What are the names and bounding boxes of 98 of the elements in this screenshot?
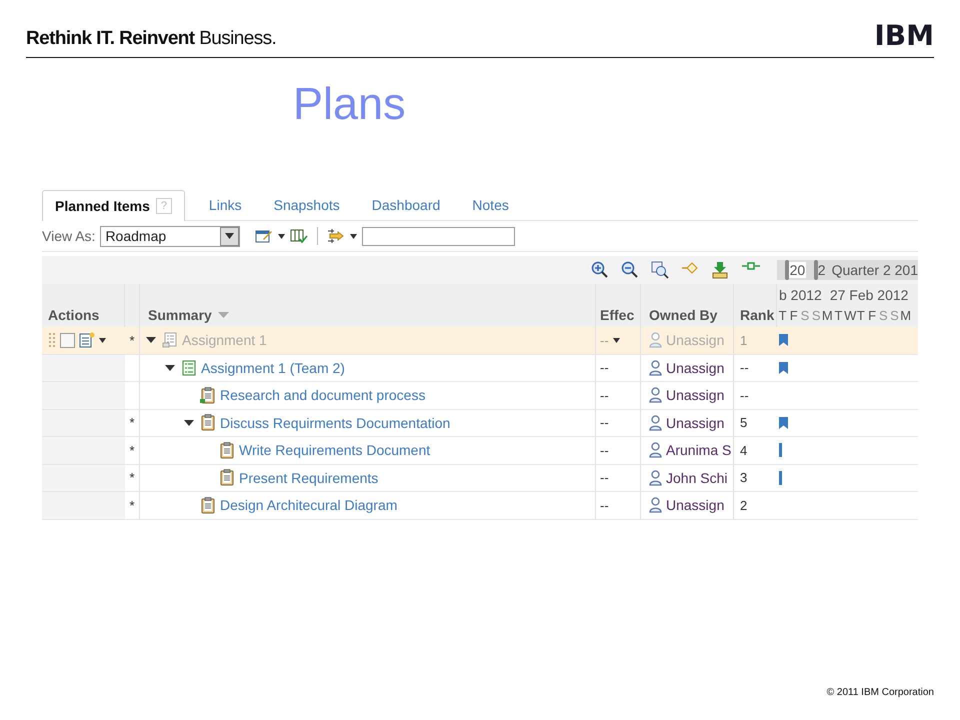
table-row[interactable]: * Write Requirements Document -- Arunima S 4 [42,437,918,464]
zoom-fit-icon[interactable] [651,261,669,279]
row-checkbox[interactable] [60,332,75,348]
effort-value: -- [600,470,609,486]
owner-value[interactable]: Arunima S [666,442,732,458]
item-summary-link[interactable]: Present Requirements [239,470,378,486]
table-row[interactable]: * Discuss Requirments Documentation -- Unassign 5 [42,410,918,437]
collapse-icon[interactable] [184,420,194,426]
caret-icon[interactable] [350,234,358,238]
tab[interactable]: Planned Items ? [42,190,185,221]
clipboard-icon [200,386,216,404]
owner-value[interactable]: Unassign [666,360,724,376]
clipboard-icon [200,496,216,514]
person-icon [649,470,662,486]
effort-value: -- [600,415,609,430]
download-icon[interactable] [711,261,729,279]
copyright-text: © 2011 IBM Corporation [826,687,934,698]
slide-title: Plans [293,78,407,130]
caret-icon [225,233,234,239]
zoom-in-icon[interactable] [591,261,609,279]
view-select[interactable]: Roadmap [100,226,240,246]
tagline: Rethink IT. Reinvent Business. [26,28,276,50]
day-label: M [822,308,833,323]
day-label: S [878,308,889,323]
owner-value[interactable]: John Schi [666,470,728,486]
week-label: 27 Feb 2012 [830,287,908,303]
tab[interactable]: Snapshots [258,190,356,220]
rank-value: 2 [740,498,748,513]
table-row[interactable]: * Present Requirements -- John Schi 3 [42,464,918,492]
modified-marker: * [129,498,135,513]
person-icon [649,442,662,458]
edit-icon[interactable] [255,228,274,244]
day-label: F [867,308,878,323]
logo: IBM [874,22,934,50]
item-summary-link[interactable]: Research and document process [220,387,426,404]
filter-field[interactable] [362,226,516,246]
modified-marker: * [129,470,135,486]
zoom-out-icon[interactable] [621,261,639,279]
item-summary-link[interactable]: Discuss Requirments Documentation [220,414,450,431]
plan-icon [181,360,197,376]
owner-value[interactable]: Unassign [666,387,724,404]
table-row[interactable]: Research and document process -- Unassign -- [42,382,918,410]
tab[interactable]: Links [192,190,258,220]
effort-value: -- [600,360,609,376]
owner-value[interactable]: Unassign [666,497,724,514]
day-label: S [810,308,822,323]
person-icon [649,387,662,404]
day-label: M [900,308,912,323]
effort-value: -- [600,442,609,458]
clipboard-icon [200,414,216,432]
range-start-label: 20 [788,262,806,278]
clipboard-icon [219,442,235,459]
effort-value: -- [600,388,609,403]
modified-marker: * [129,442,135,458]
tab[interactable]: Notes [456,190,525,220]
rank-value: -- [740,388,749,403]
caret-icon[interactable] [99,338,106,343]
range-end-label: 2 [818,262,826,278]
table-row[interactable]: * Design Architecural Diagram -- Unassign 2 [42,492,918,520]
item-summary-link[interactable]: Assignment 1 (Team 2) [201,360,345,376]
week-label: b 2012 [779,287,822,303]
caret-icon[interactable] [278,234,286,238]
day-label: S [800,308,810,323]
tab[interactable]: Dashboard [356,190,456,220]
rank-value: 3 [740,470,748,486]
effort-value: -- [600,498,609,513]
modified-marker: * [129,415,135,430]
day-label: S [889,308,900,323]
edit-icon[interactable] [79,332,95,348]
modified-marker: * [129,332,135,348]
day-label: T [834,308,844,323]
item-summary-link[interactable]: Design Architecural Diagram [220,497,398,514]
person-icon [649,414,662,431]
item-summary-link[interactable]: Write Requirements Document [239,442,430,458]
collapse-icon[interactable] [165,364,175,371]
caret-icon[interactable] [612,338,620,343]
rank-value: 5 [740,415,748,430]
drag-handle-icon[interactable] [48,332,56,348]
quarter-label: Quarter 2 201 [832,262,918,278]
day-label: T [856,308,866,323]
clipboard-icon [219,469,235,486]
table-row[interactable]: Assignment 1 (Team 2) -- Unassign -- [42,354,918,382]
day-label: W [844,308,856,323]
plan-icon [162,332,178,348]
collapse-icon[interactable] [146,337,156,344]
person-icon [649,332,662,348]
column-header[interactable]: Summary [148,307,212,323]
columns-icon[interactable] [290,228,308,244]
person-icon [649,497,662,514]
owner-value[interactable]: Unassign [666,414,724,431]
person-icon [649,360,662,376]
view-as-label: View As: [42,228,96,244]
rank-value: -- [740,360,749,376]
rank-value: 1 [740,332,748,348]
day-label: F [788,308,799,323]
table-row[interactable]: * Assignment 1 -- Unassign 1 [42,327,918,354]
rank-value: 4 [740,442,748,458]
day-label: T [778,308,788,323]
